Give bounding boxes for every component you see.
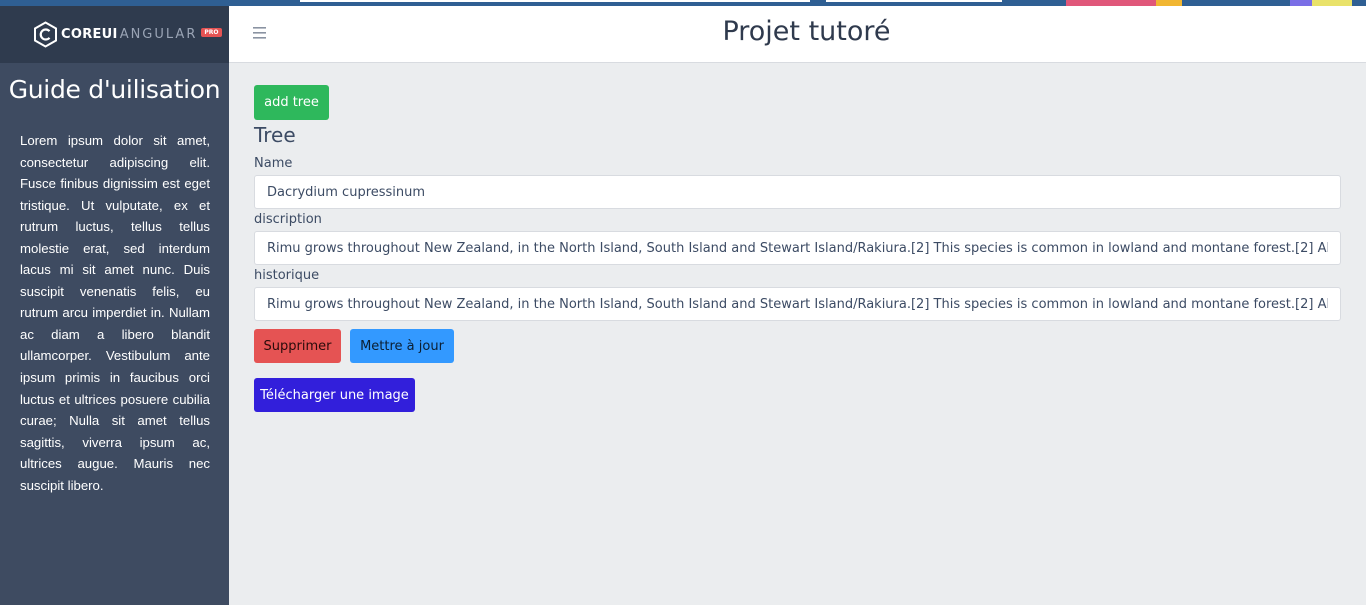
- sidebar-guide-text: Lorem ipsum dolor sit amet, consectetur …: [20, 133, 210, 493]
- delete-button[interactable]: Supprimer: [254, 329, 341, 363]
- update-button[interactable]: Mettre à jour: [350, 329, 454, 363]
- name-input[interactable]: [254, 175, 1341, 209]
- add-tree-button[interactable]: add tree: [254, 85, 329, 120]
- brand-pro-badge: PRO: [201, 28, 222, 37]
- main-content: add tree Tree Name discription historiqu…: [229, 63, 1366, 605]
- brand[interactable]: COREUI ANGULAR PRO: [0, 6, 229, 63]
- page-title: Projet tutoré: [722, 16, 891, 47]
- upload-image-button[interactable]: Télécharger une image: [254, 378, 415, 412]
- brand-angular-text: ANGULAR: [119, 27, 198, 42]
- top-decorative-strip: [0, 0, 1366, 6]
- description-input[interactable]: [254, 231, 1341, 265]
- brand-core-text: COREUI: [61, 27, 118, 42]
- tree-section-title: Tree: [254, 123, 296, 147]
- header: Projet tutoré: [229, 6, 1366, 63]
- name-label: Name: [254, 156, 293, 171]
- sidebar-title: Guide d'uilisation: [8, 75, 221, 104]
- history-label: historique: [254, 268, 320, 283]
- sidebar: COREUI ANGULAR PRO Guide d'uilisation Lo…: [0, 6, 229, 605]
- description-label: discription: [254, 212, 322, 227]
- history-input[interactable]: [254, 287, 1341, 321]
- coreui-logo-icon: [34, 21, 57, 48]
